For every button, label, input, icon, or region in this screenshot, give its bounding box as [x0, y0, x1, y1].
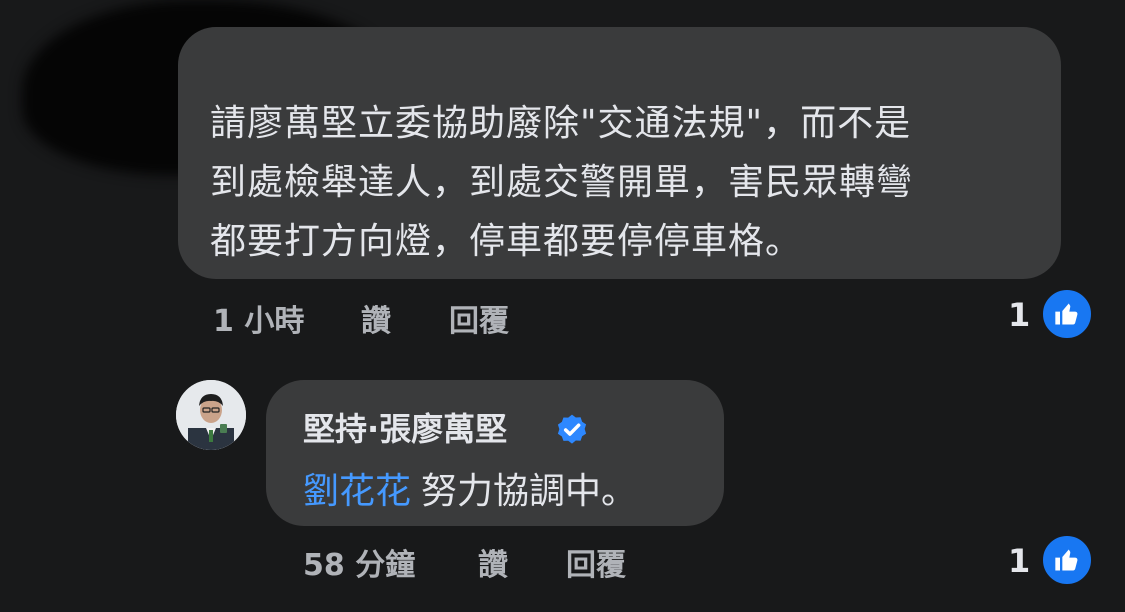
reply-actions: 58 分鐘 讚 回覆: [0, 540, 1125, 585]
mention-link[interactable]: 劉花花: [303, 471, 411, 512]
comment-actions: 1 小時 讚 回覆: [0, 296, 1125, 341]
verified-badge-glyph: [557, 414, 587, 444]
thumbs-up-icon[interactable]: [1041, 288, 1093, 340]
comment-like-button[interactable]: 讚: [361, 296, 391, 340]
reply-content: 劉花花 努力協調中。: [303, 462, 637, 514]
reply-reply-button[interactable]: 回覆: [566, 540, 626, 584]
comment-text: 請廖萬堅立委協助廢除"交通法規"，而不是 到處檢舉達人，到處交警開單，害民眾轉彎…: [210, 103, 914, 262]
thumbs-up-glyph: [1055, 549, 1078, 571]
comment-timestamp[interactable]: 1 小時: [213, 296, 304, 340]
reply-timestamp[interactable]: 58 分鐘: [303, 540, 415, 584]
reply-author-name[interactable]: 堅持·張廖萬堅: [303, 404, 507, 450]
avatar[interactable]: [176, 380, 246, 450]
thumbs-up-icon[interactable]: [1041, 534, 1093, 586]
avatar-portrait: [176, 380, 246, 450]
thumbs-up-glyph: [1055, 303, 1078, 325]
reply-reaction-count[interactable]: 1: [1008, 542, 1030, 580]
comment-reply-button[interactable]: 回覆: [449, 296, 509, 340]
comment-reaction-count[interactable]: 1: [1008, 296, 1030, 334]
reply-text: 努力協調中。: [421, 471, 638, 512]
verified-badge-icon: [553, 410, 591, 448]
reply-like-button[interactable]: 讚: [478, 540, 508, 584]
